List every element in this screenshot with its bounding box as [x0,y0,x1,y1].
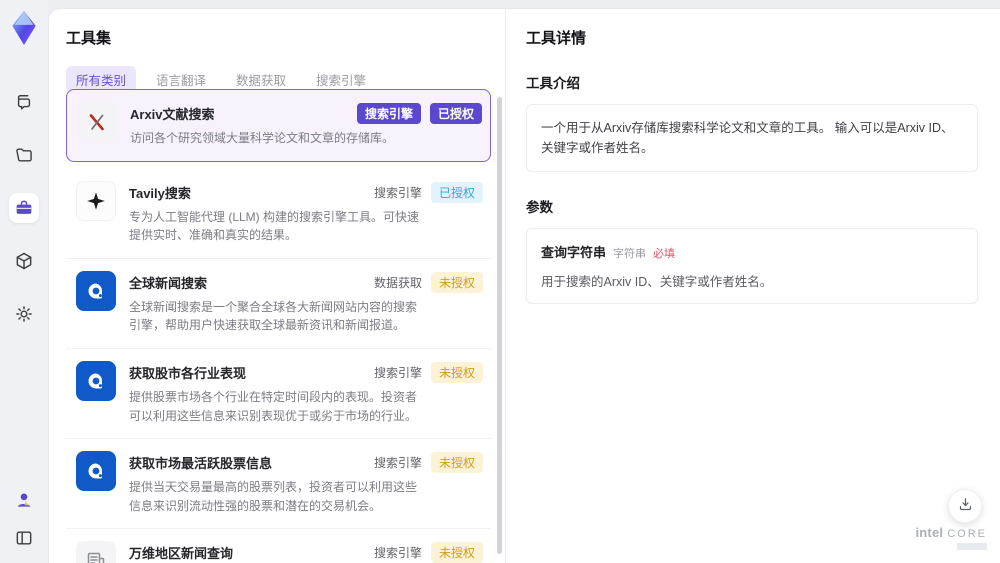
tool-detail-panel: 工具详情 工具介绍 一个用于从Arxiv存储库搜索科学论文和文章的工具。 输入可… [506,9,1000,563]
list-scrollbar[interactable] [497,93,502,558]
sidebar-item-toolbox[interactable] [9,193,39,223]
chat-icon [14,92,34,112]
tool-card-5[interactable]: 万维地区新闻查询 查询具体行政区划内的新闻，快速了解各地新闻动态 搜索引擎 未授… [66,529,491,563]
sidebar-item-user[interactable] [9,487,39,513]
tool-category-badge: 搜索引擎 [373,546,422,561]
param-type: 字符串 [613,248,647,260]
tavily-icon [76,180,116,221]
tool-badges: 搜索引擎 未授权 [373,452,483,474]
tool-badges: 搜索引擎 已授权 [373,181,483,203]
tool-card-4[interactable]: 获取市场最活跃股票信息 提供当天交易量最高的股票列表，投资者可以利用这些信息来识… [66,439,491,530]
tool-cards-list: Arxiv文献搜索 访问各个研究领域大量科学论文和文章的存储库。 搜索引擎 已授… [66,89,491,563]
tool-intro-heading: 工具介绍 [526,76,580,91]
tool-category-badge: 搜索引擎 [373,456,422,471]
core-word: CORE [947,528,987,540]
tool-card-1[interactable]: Tavily搜索 专为人工智能代理 (LLM) 构建的搜索引擎工具。可快速提供实… [66,168,491,259]
tool-detail-title: 工具详情 [526,30,587,47]
sidebar-item-settings[interactable] [9,299,39,329]
tool-card-2[interactable]: 全球新闻搜索 全球新闻搜索是一个聚合全球各大新闻网站内容的搜索引擎，帮助用户快速… [66,258,491,349]
tool-auth-badge: 已授权 [429,103,482,124]
tool-badges: 数据获取 未授权 [373,271,483,293]
download-button[interactable] [948,489,982,523]
tool-auth-badge: 未授权 [430,361,483,383]
param-required-label: 必填 [653,248,676,260]
nav-rail [0,0,48,563]
param-description: 用于搜索的Arxiv ID、关键字或作者姓名。 [541,275,773,289]
folder-icon [14,145,34,165]
tool-description: 提供当天交易量最高的股票列表，投资者可以利用这些信息来识别流动性强的股票和潜在的… [129,480,418,513]
tool-list-title: 工具集 [66,30,112,47]
tool-description: 访问各个研究领域大量科学论文和文章的存储库。 [130,131,395,145]
settings-icon [14,304,34,324]
tool-badges: 搜索引擎 未授权 [373,361,483,383]
tool-description: 全球新闻搜索是一个聚合全球各大新闻网站内容的搜索引擎，帮助用户快速获取全球最新资… [129,299,418,333]
tool-category-badge: 数据获取 [373,275,422,290]
app-logo-icon [6,9,42,47]
tool-list-panel: 工具集 所有类别 语言翻译 数据获取 搜索引擎 Arxiv文献搜索 访问各个研究领域大… [49,9,506,563]
arxiv-icon [77,102,117,142]
intel-sub-badge [957,543,987,550]
news-icon [76,270,116,311]
cube-icon [14,251,34,271]
tool-category-badge: 搜索引擎 [356,103,421,124]
param-card: 查询字符串 字符串 必填 用于搜索的Arxiv ID、关键字或作者姓名。 [526,228,978,304]
tool-auth-badge: 已授权 [430,181,483,203]
stock-icon [76,360,116,401]
main-panel: 工具集 所有类别 语言翻译 数据获取 搜索引擎 Arxiv文献搜索 访问各个研究领域大… [48,8,1000,563]
tool-description: 提供股票市场各个行业在特定时间段内的表现。投资者可以利用这些信息来识别表现优于或… [129,389,418,423]
tool-name: 万维地区新闻查询 [129,546,234,562]
tool-auth-badge: 未授权 [430,542,483,563]
sidebar-item-chat[interactable] [9,87,39,117]
tool-name: Arxiv文献搜索 [130,107,215,122]
intel-core-logo: intel CORE [915,526,987,550]
tool-description: 专为人工智能代理 (LLM) 构建的搜索引擎工具。可快速提供实时、准确和真实的结… [129,209,420,243]
tool-card-0[interactable]: Arxiv文献搜索 访问各个研究领域大量科学论文和文章的存储库。 搜索引擎 已授… [66,89,491,162]
intel-word: intel [915,525,944,540]
tool-auth-badge: 未授权 [430,452,483,474]
tool-card-3[interactable]: 获取股市各行业表现 提供股票市场各个行业在特定时间段内的表现。投资者可以利用这些… [66,348,491,440]
list-scrollbar-thumb[interactable] [497,97,502,554]
sidebar-item-panel-toggle[interactable] [9,525,39,551]
tool-badges: 搜索引擎 已授权 [356,103,482,124]
tool-category-badge: 搜索引擎 [373,185,422,200]
param-name: 查询字符串 [541,245,607,260]
rail-bottom-items [9,487,39,563]
panel-toggle-icon [14,528,34,548]
params-heading: 参数 [526,200,553,215]
download-icon [957,496,974,516]
user-icon [14,490,34,510]
sidebar-item-folder[interactable] [9,140,39,170]
region-news-icon [76,541,116,563]
tool-intro-text: 一个用于从Arxiv存储库搜索科学论文和文章的工具。 输入可以是Arxiv ID… [526,104,978,172]
tool-badges: 搜索引擎 未授权 [374,542,483,563]
toolbox-icon [14,198,34,218]
tool-auth-badge: 未授权 [430,271,483,293]
rail-nav-items [9,87,39,329]
sidebar-item-cube[interactable] [9,246,39,276]
stock-icon [76,451,116,492]
tool-category-badge: 搜索引擎 [373,365,422,380]
